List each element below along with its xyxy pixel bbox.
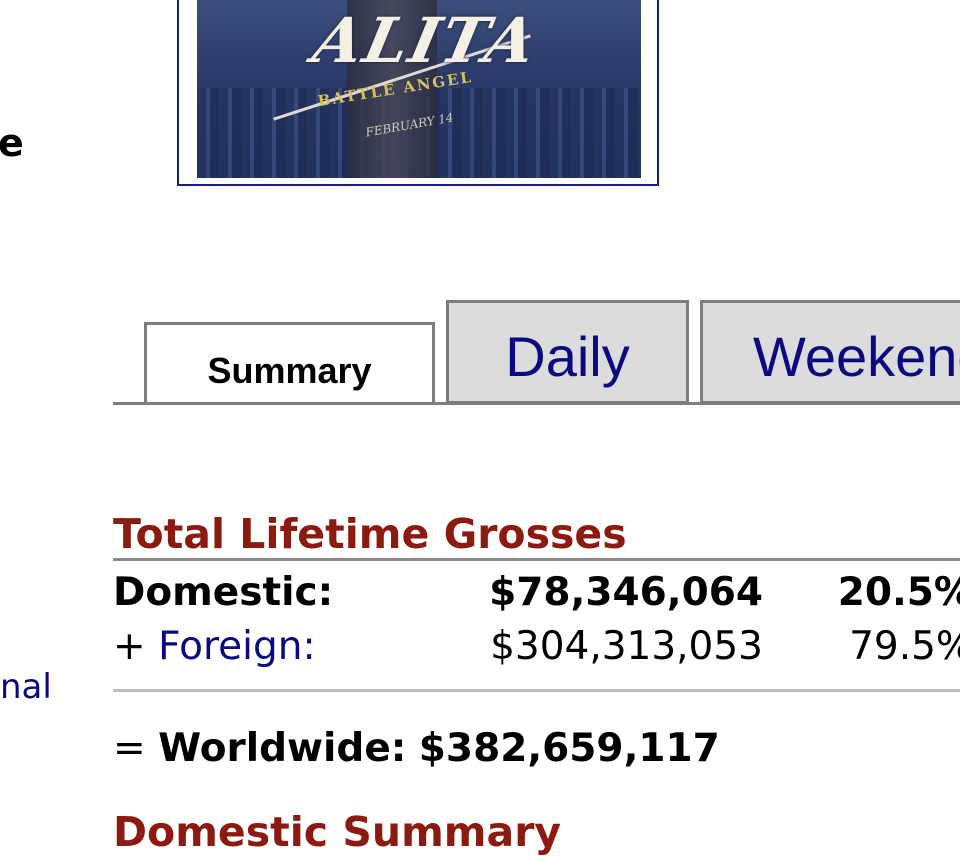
tab-summary-label: Summary (207, 349, 372, 391)
worldwide-amount: $382,659,117 (418, 726, 720, 771)
tab-summary[interactable]: Summary (144, 322, 435, 402)
tab-weekend[interactable]: Weekend (700, 300, 960, 404)
movie-poster[interactable]: ALITA BATTLE ANGEL FEBRUARY 14 (177, 0, 659, 186)
domestic-row: Domestic: $78,346,064 20.5% (113, 570, 960, 615)
poster-image: ALITA BATTLE ANGEL FEBRUARY 14 (197, 0, 641, 178)
domestic-percent: 20.5% (837, 570, 960, 615)
worldwide-label: Worldwide: (158, 726, 407, 771)
worldwide-prefix: = (113, 726, 159, 771)
tab-daily-label: Daily (505, 324, 630, 388)
sum-divider (113, 689, 960, 692)
worldwide-row: = Worldwide: $382,659,117 (113, 726, 720, 771)
foreign-percent: 79.5% (849, 624, 960, 669)
tab-daily[interactable]: Daily (446, 300, 689, 404)
left-fragment-link[interactable]: nal (0, 670, 52, 704)
left-fragment-text: e (0, 121, 24, 165)
foreign-row: + Foreign: $304,313,053 79.5% (113, 624, 960, 669)
domestic-summary-heading: Domestic Summary (113, 808, 562, 856)
tab-weekend-label: Weekend (753, 324, 960, 388)
section-heading: Total Lifetime Grosses (113, 510, 627, 558)
poster-title: ALITA (307, 4, 545, 77)
heading-divider (113, 558, 960, 561)
